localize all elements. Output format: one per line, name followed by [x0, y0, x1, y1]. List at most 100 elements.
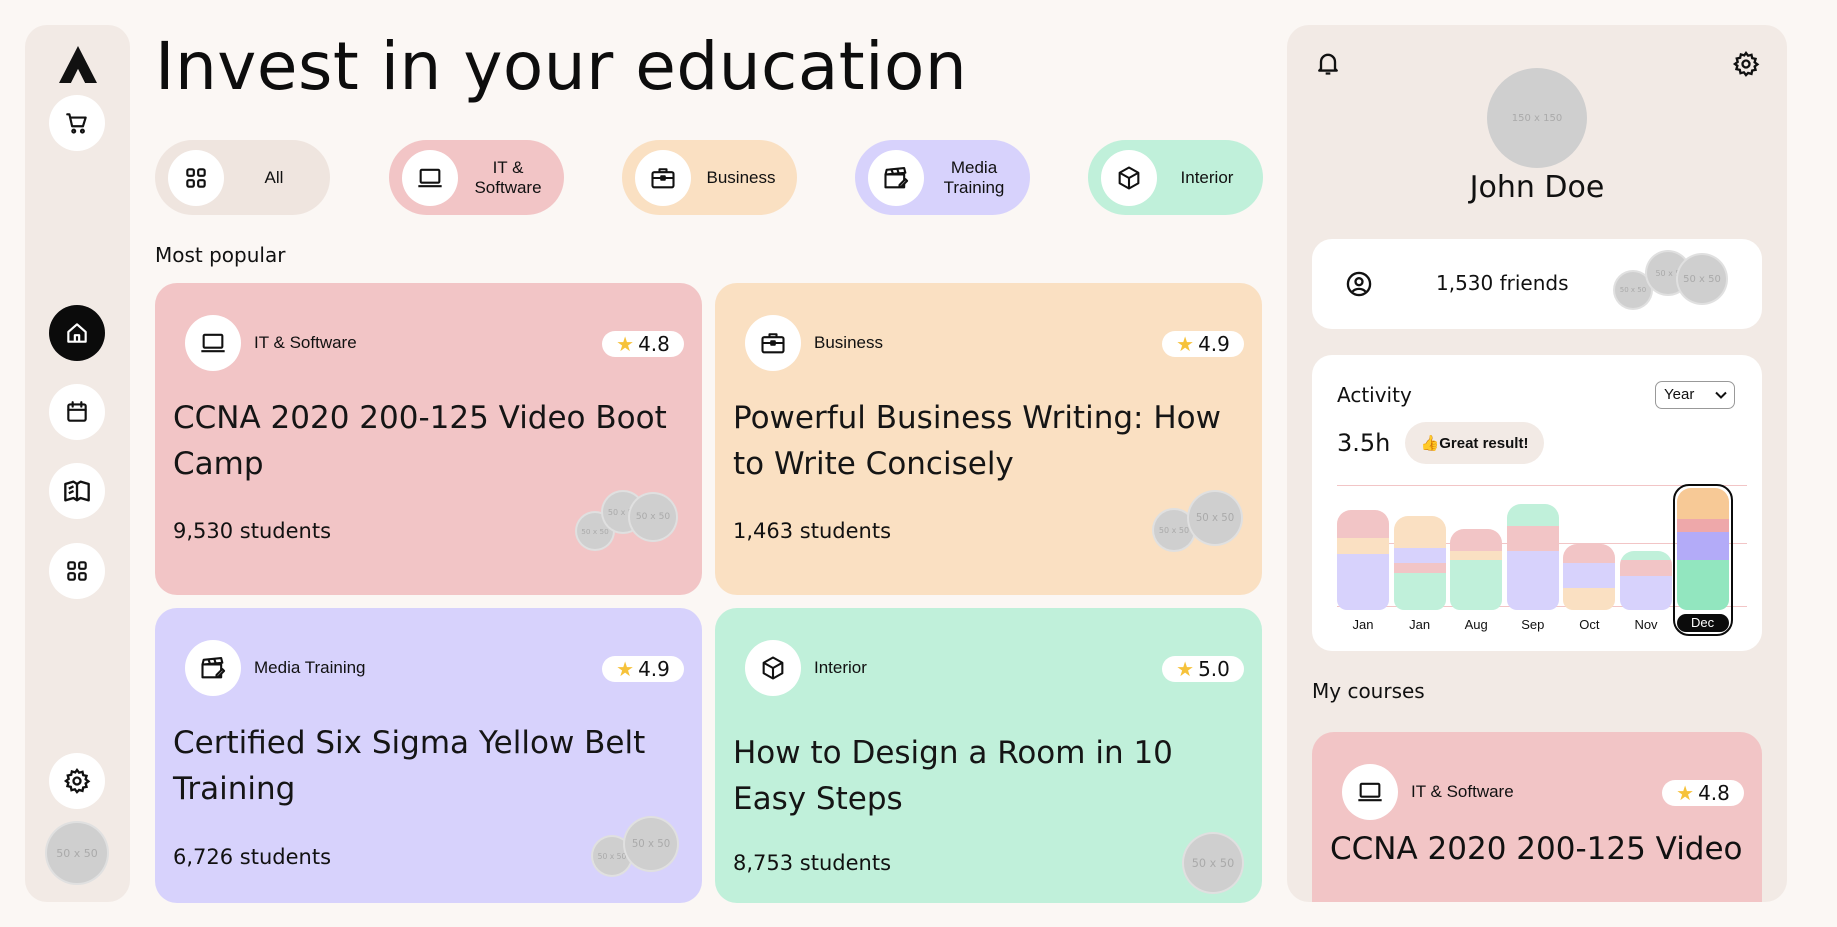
activity-bar-segment: [1506, 525, 1559, 551]
student-avatar: 50 x 50: [628, 492, 678, 542]
activity-bar[interactable]: [1506, 503, 1559, 610]
category-label: Media Training: [943, 157, 1005, 197]
activity-bar[interactable]: [1393, 516, 1446, 610]
course-card[interactable]: Interior ★ 5.0 How to Design a Room in 1…: [715, 608, 1262, 903]
student-avatar: 50 x 50: [1187, 490, 1243, 546]
star-icon: ★: [1176, 657, 1195, 681]
home-icon: [67, 323, 87, 343]
activity-title: Activity: [1337, 383, 1412, 407]
activity-bar[interactable]: [1450, 528, 1503, 610]
course-title: CCNA 2020 200-125 Video Boot Camp: [173, 400, 667, 482]
course-title: How to Design a Room in 10 Easy Steps: [733, 735, 1173, 817]
user-circle-icon: [1346, 271, 1372, 297]
friends-card[interactable]: 1,530 friends 50 x 50 50 x 5 50 x 50: [1312, 239, 1762, 329]
sidebar-item-home[interactable]: [49, 305, 105, 361]
laptop-icon: [402, 149, 458, 206]
rating-value: 4.8: [1698, 781, 1730, 805]
rating-badge: ★ 5.0: [1162, 656, 1244, 682]
rating-badge: ★ 4.9: [1162, 331, 1244, 357]
category-chip-media-training[interactable]: Media Training: [855, 140, 1030, 215]
category-chip-business[interactable]: Business: [622, 140, 797, 215]
category-chip-all[interactable]: All: [155, 140, 330, 215]
activity-month-label: Jan: [1352, 617, 1374, 632]
gear-icon[interactable]: [1732, 50, 1760, 78]
student-avatar: 50 x 50: [1182, 832, 1244, 894]
activity-bar-segment: [1337, 510, 1389, 539]
activity-bar-segment: [1337, 553, 1389, 610]
star-icon: ★: [616, 657, 635, 681]
course-card[interactable]: IT & Software ★ 4.8 CCNA 2020 200-125 Vi…: [155, 283, 702, 595]
my-courses-heading: My courses: [1312, 679, 1425, 703]
calendar-icon: [67, 401, 87, 422]
course-category: Interior: [814, 658, 867, 677]
activity-bar[interactable]: [1563, 544, 1616, 610]
activity-bar-segment: [1563, 544, 1616, 564]
sidebar-item-library[interactable]: [49, 463, 105, 519]
activity-hours: 3.5h: [1337, 429, 1391, 457]
student-count: 9,530 students: [173, 519, 332, 543]
logo-icon[interactable]: [56, 43, 100, 87]
chevron-down-icon: [1715, 391, 1727, 399]
rating-value: 4.8: [638, 332, 670, 356]
activity-chart: Jan Jan Aug Sep Oct Nov Dec: [1337, 477, 1747, 636]
cube-icon: [745, 640, 801, 696]
category-chip-it-and-software[interactable]: IT & Software: [389, 140, 564, 215]
rating-badge: ★ 4.9: [602, 656, 684, 682]
briefcase-icon: [745, 315, 801, 371]
sidebar: 50 x 50: [25, 25, 130, 902]
category-label: Business: [706, 167, 776, 187]
category-label: All: [264, 167, 284, 187]
student-count: 1,463 students: [733, 519, 892, 543]
book-icon: [64, 480, 90, 502]
cart-button[interactable]: [49, 95, 105, 151]
star-icon: ★: [1676, 781, 1695, 805]
laptop-icon: [185, 315, 241, 371]
friends-count: 1,530 friends: [1436, 271, 1569, 295]
clapperboard-icon: [185, 640, 241, 696]
sidebar-item-settings[interactable]: [49, 753, 105, 809]
profile-name: John Doe: [1469, 170, 1605, 205]
cart-icon: [66, 113, 87, 134]
activity-month-label: Dec: [1676, 614, 1729, 632]
sidebar-item-apps[interactable]: [49, 543, 105, 599]
rating-value: 4.9: [1198, 332, 1230, 356]
activity-bar[interactable]: [1620, 550, 1672, 610]
activity-bar-segment: [1337, 538, 1389, 554]
student-count: 8,753 students: [733, 851, 892, 875]
activity-bar-segment: [1393, 563, 1446, 573]
my-course-card[interactable]: IT & Software ★ 4.8 CCNA 2020 200-125 Vi…: [1312, 732, 1762, 902]
friend-avatar: 50 x 50: [1676, 253, 1728, 305]
activity-bar[interactable]: [1337, 510, 1389, 610]
course-title: Certified Six Sigma Yellow Belt Training: [173, 725, 646, 807]
category-label: IT & Software: [474, 157, 542, 197]
activity-month-label: Aug: [1464, 617, 1488, 632]
bell-icon[interactable]: [1314, 49, 1342, 77]
rating-badge: ★ 4.8: [1662, 780, 1744, 806]
activity-month-label: Sep: [1521, 617, 1545, 632]
course-card[interactable]: Media Training ★ 4.9 Certified Six Sigma…: [155, 608, 702, 903]
course-category: Business: [814, 333, 883, 352]
activity-month-label: Nov: [1634, 617, 1658, 632]
most-popular-heading: Most popular: [155, 243, 286, 267]
briefcase-icon: [635, 149, 691, 206]
user-avatar[interactable]: 50 x 50: [45, 821, 109, 885]
period-select-value: Year: [1664, 386, 1695, 403]
activity-bar-segment: [1506, 550, 1559, 610]
laptop-icon: [1342, 764, 1398, 820]
activity-month-label: Jan: [1409, 617, 1431, 632]
activity-bar-segment: [1393, 572, 1446, 610]
grid-icon: [67, 561, 87, 581]
grid-icon: [168, 149, 224, 206]
activity-bar-segment: [1450, 560, 1503, 610]
profile-panel: 150 x 150 John Doe 1,530 friends 50 x 50…: [1287, 25, 1787, 902]
activity-bar-segment: [1450, 550, 1503, 560]
period-select[interactable]: Year: [1655, 381, 1735, 409]
student-avatar: 50 x 50: [623, 816, 679, 872]
category-chip-interior[interactable]: Interior: [1088, 140, 1263, 215]
sidebar-item-calendar[interactable]: [49, 384, 105, 440]
course-category: Media Training: [254, 658, 366, 677]
activity-bar-segment: [1393, 547, 1446, 564]
rating-value: 5.0: [1198, 657, 1230, 681]
star-icon: ★: [1176, 332, 1195, 356]
course-card[interactable]: Business ★ 4.9 Powerful Business Writing…: [715, 283, 1262, 595]
